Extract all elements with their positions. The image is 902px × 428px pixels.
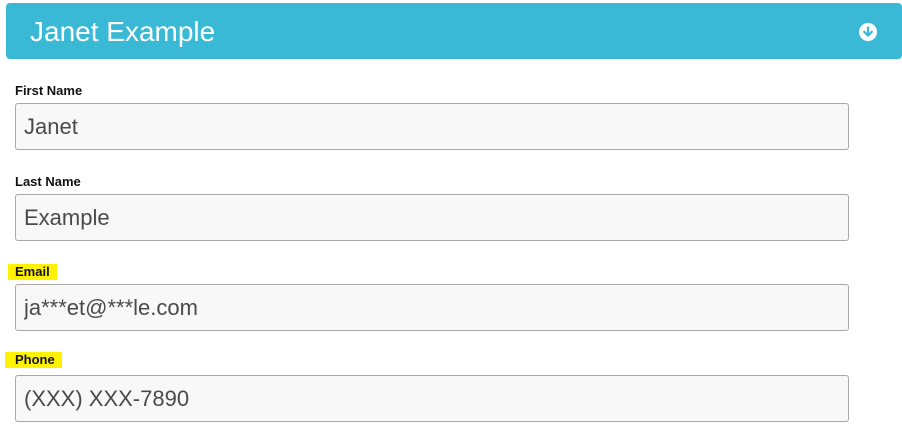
- first-name-label: First Name: [15, 83, 83, 98]
- phone-input[interactable]: [15, 375, 849, 422]
- contact-header: Janet Example: [6, 3, 902, 59]
- email-input[interactable]: [15, 284, 849, 331]
- last-name-label: Last Name: [15, 174, 81, 189]
- email-label: Email: [15, 264, 57, 280]
- last-name-input[interactable]: [15, 194, 849, 241]
- phone-label: Phone: [15, 352, 62, 368]
- first-name-input[interactable]: [15, 103, 849, 150]
- contact-name-title: Janet Example: [30, 16, 216, 47]
- chevron-down-circle-icon[interactable]: [859, 23, 877, 41]
